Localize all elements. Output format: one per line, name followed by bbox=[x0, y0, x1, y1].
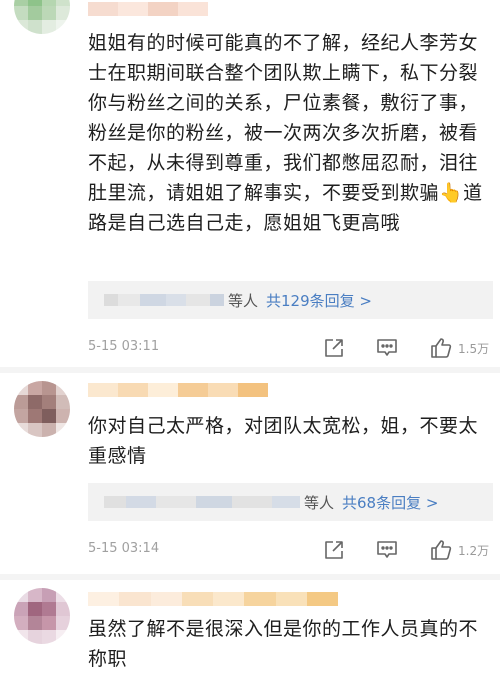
comment-item: 姐姐有的时候可能真的不了解，经纪人李芳女士在职期间联合整个团队欺上瞒下，私下分裂… bbox=[0, 0, 500, 365]
comment-icon[interactable] bbox=[375, 538, 399, 566]
reply-summary[interactable]: 等人 共129条回复 > bbox=[88, 281, 493, 319]
like-count: 1.5万 bbox=[458, 342, 490, 356]
comment-text: 姐姐有的时候可能真的不了解，经纪人李芳女士在职期间联合整个团队欺上瞒下，私下分裂… bbox=[88, 32, 483, 234]
comment-text: 虽然了解不是很深入但是你的工作人员真的不称职 bbox=[88, 618, 479, 670]
comment-meta: 5-15 03:11 1.5万 bbox=[88, 336, 493, 360]
reply-usernames-blurred bbox=[104, 294, 224, 306]
share-icon[interactable] bbox=[322, 538, 346, 566]
avatar[interactable] bbox=[14, 381, 70, 437]
share-icon[interactable] bbox=[322, 336, 346, 364]
comment-text: 你对自己太严格，对团队太宽松，姐，不要太重感情 bbox=[88, 415, 479, 467]
comment-item: 虽然了解不是很深入但是你的工作人员真的不称职 bbox=[0, 580, 500, 681]
comment-icon[interactable] bbox=[375, 336, 399, 364]
view-replies-link[interactable]: 共68条回复 > bbox=[342, 492, 438, 513]
reply-usernames-blurred bbox=[104, 496, 300, 508]
comment-meta: 5-15 03:14 1.2万 bbox=[88, 538, 493, 562]
reply-users-suffix: 等人 bbox=[228, 291, 259, 310]
username-blurred[interactable] bbox=[88, 383, 268, 397]
avatar[interactable] bbox=[14, 0, 70, 34]
like-count: 1.2万 bbox=[458, 544, 490, 558]
username-blurred[interactable] bbox=[88, 2, 208, 16]
thumbs-up-icon[interactable] bbox=[429, 336, 453, 364]
comment-time: 5-15 03:14 bbox=[88, 541, 160, 556]
comment-time: 5-15 03:11 bbox=[88, 339, 160, 354]
avatar[interactable] bbox=[14, 588, 70, 644]
username-blurred[interactable] bbox=[88, 592, 338, 606]
comment-item: 你对自己太严格，对团队太宽松，姐，不要太重感情 等人 共68条回复 > 5-15… bbox=[0, 373, 500, 573]
thumbs-up-icon[interactable] bbox=[429, 538, 453, 566]
view-replies-link[interactable]: 共129条回复 > bbox=[266, 290, 372, 311]
reply-summary[interactable]: 等人 共68条回复 > bbox=[88, 483, 493, 521]
reply-users-suffix: 等人 bbox=[304, 493, 335, 512]
